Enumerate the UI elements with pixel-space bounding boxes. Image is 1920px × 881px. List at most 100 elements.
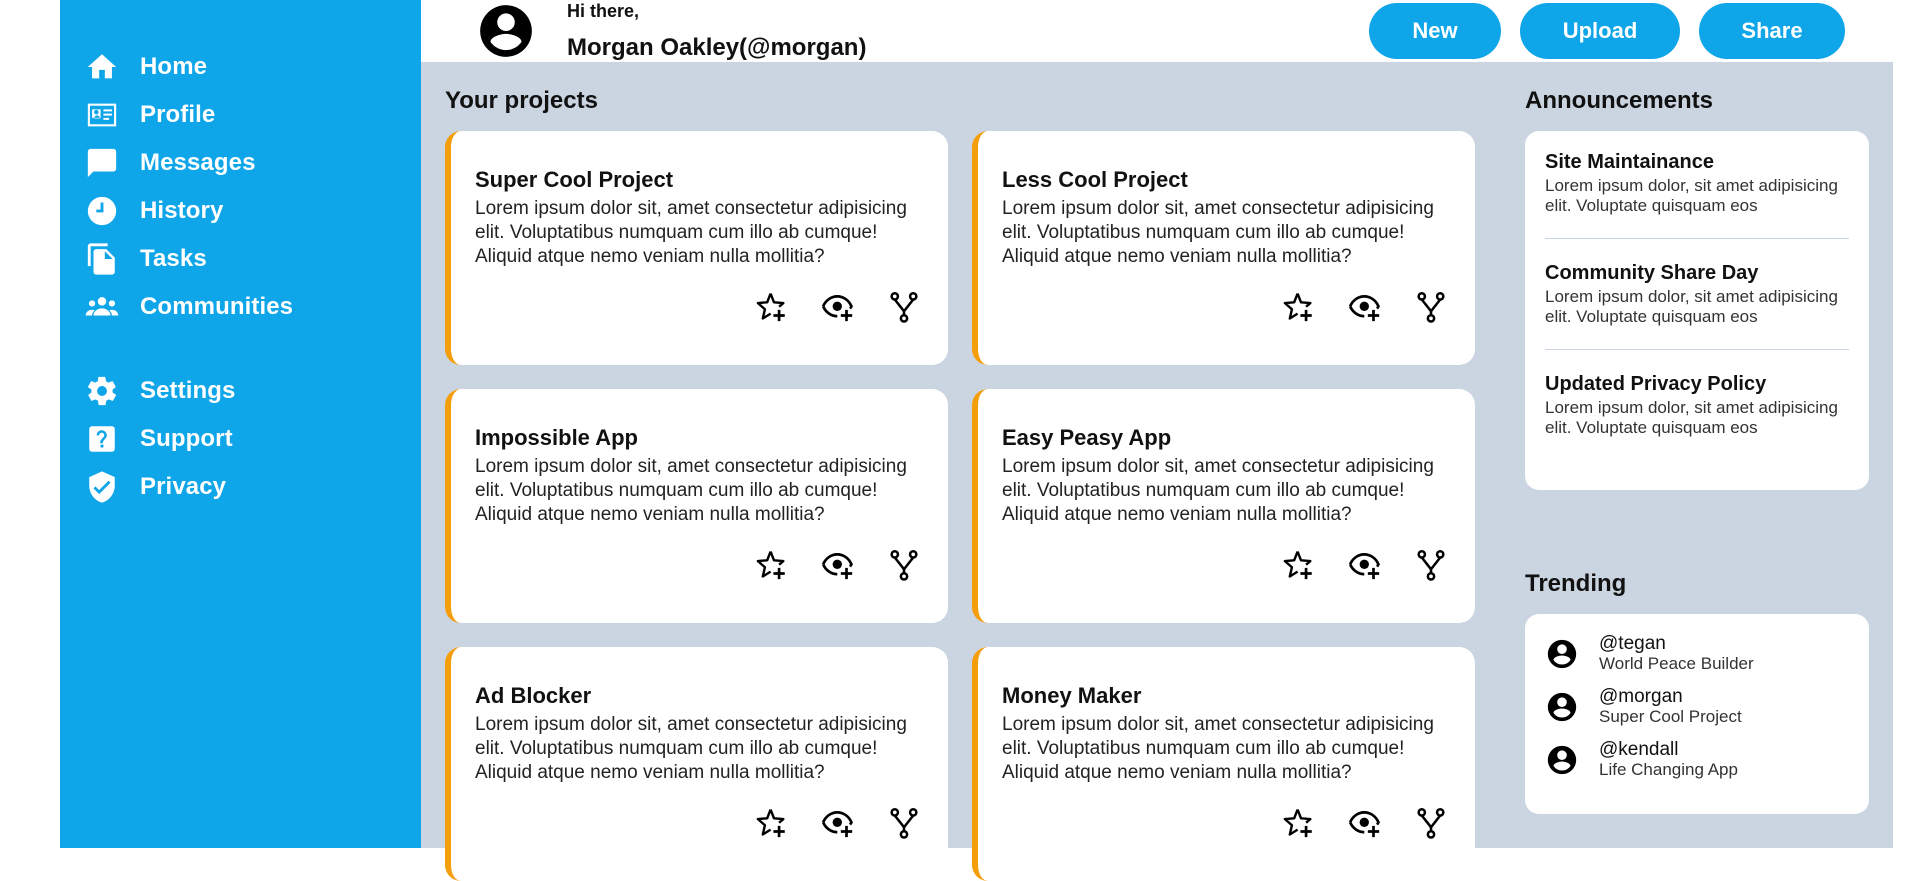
project-description: Lorem ipsum dolor sit, amet consectetur … — [1002, 714, 1434, 783]
project-card[interactable]: Ad Blocker Lorem ipsum dolor sit, amet co… — [445, 647, 948, 881]
user-circle-icon — [1545, 743, 1579, 777]
chat-icon — [84, 145, 120, 181]
project-actions — [1281, 547, 1449, 583]
sidebar-item-label: Messages — [140, 149, 256, 176]
upload-button[interactable]: Upload — [1520, 3, 1680, 59]
project-title: Super Cool Project — [475, 167, 674, 192]
content: Your projects Super Cool Project Lorem ip… — [421, 62, 1893, 881]
announcement-title: Site Maintainance — [1545, 151, 1714, 173]
project-description: Lorem ipsum dolor sit, amet consectetur … — [475, 198, 907, 267]
star-add-icon[interactable] — [1281, 289, 1317, 325]
project-actions — [754, 289, 922, 325]
watch-add-icon[interactable] — [1347, 805, 1383, 841]
project-description: Lorem ipsum dolor sit, amet consectetur … — [1002, 198, 1434, 267]
trending-handle: @morgan — [1599, 686, 1683, 707]
watch-add-icon[interactable] — [820, 289, 856, 325]
star-add-icon[interactable] — [1281, 805, 1317, 841]
project-card[interactable]: Money Maker Lorem ipsum dolor sit, amet c… — [972, 647, 1475, 881]
sidebar-item-label: Profile — [140, 101, 216, 128]
id-card-icon — [84, 97, 120, 133]
announcement-title: Community Share Day — [1545, 262, 1759, 284]
project-actions — [1281, 805, 1449, 841]
project-title: Less Cool Project — [1002, 167, 1188, 192]
sidebar-item-tasks[interactable]: Tasks — [60, 235, 421, 283]
project-description: Lorem ipsum dolor sit, amet consectetur … — [475, 456, 907, 525]
watch-add-icon[interactable] — [1347, 289, 1383, 325]
project-card[interactable]: Easy Peasy App Lorem ipsum dolor sit, ame… — [972, 389, 1475, 623]
sidebar-item-label: Home — [140, 53, 208, 80]
star-add-icon[interactable] — [1281, 547, 1317, 583]
project-title: Ad Blocker — [475, 683, 592, 708]
trending-item[interactable]: @tegan World Peace Builder — [1545, 634, 1849, 674]
announcement-item[interactable]: Site Maintainance Lorem ipsum dolor, sit… — [1545, 151, 1849, 239]
greeting: Hi there, Morgan Oakley(@morgan) — [567, 1, 866, 62]
star-add-icon[interactable] — [754, 805, 790, 841]
project-card[interactable]: Less Cool Project Lorem ipsum dolor sit, … — [972, 131, 1475, 365]
fork-icon[interactable] — [886, 805, 922, 841]
shield-icon — [84, 469, 120, 505]
share-button[interactable]: Share — [1699, 3, 1845, 59]
sidebar-item-privacy[interactable]: Privacy — [60, 463, 421, 511]
star-add-icon[interactable] — [754, 289, 790, 325]
project-actions — [754, 805, 922, 841]
fork-icon[interactable] — [1413, 805, 1449, 841]
documents-icon — [84, 241, 120, 277]
sidebar-item-label: Communities — [140, 293, 294, 320]
sidebar-item-support[interactable]: Support — [60, 415, 421, 463]
avatar[interactable] — [475, 0, 537, 62]
sidebar-divider — [60, 331, 421, 367]
announcement-item[interactable]: Updated Privacy Policy Lorem ipsum dolor… — [1545, 373, 1849, 460]
project-title: Easy Peasy App — [1002, 425, 1172, 450]
announcement-desc: Lorem ipsum dolor, sit amet adipisicing … — [1545, 287, 1838, 326]
watch-add-icon[interactable] — [1347, 547, 1383, 583]
sidebar-item-label: Privacy — [140, 473, 227, 500]
new-button[interactable]: New — [1369, 3, 1501, 59]
projects-section: Your projects Super Cool Project Lorem ip… — [445, 87, 1498, 881]
star-add-icon[interactable] — [754, 547, 790, 583]
help-icon — [84, 421, 120, 457]
sidebar-item-label: Tasks — [140, 245, 207, 272]
announcement-desc: Lorem ipsum dolor, sit amet adipisicing … — [1545, 398, 1838, 437]
project-title: Impossible App — [475, 425, 638, 450]
section-title: Announcements — [1525, 87, 1714, 114]
gear-icon — [84, 373, 120, 409]
sidebar-item-messages[interactable]: Messages — [60, 139, 421, 187]
project-description: Lorem ipsum dolor sit, amet consectetur … — [1002, 456, 1434, 525]
project-card[interactable]: Impossible App Lorem ipsum dolor sit, ame… — [445, 389, 948, 623]
announcement-title: Updated Privacy Policy — [1545, 373, 1767, 395]
fork-icon[interactable] — [1413, 547, 1449, 583]
sidebar-item-label: Support — [140, 425, 233, 452]
sidebar-item-label: History — [140, 197, 224, 224]
watch-add-icon[interactable] — [820, 547, 856, 583]
app: Home Profile Messages History Tasks Comm… — [60, 0, 1893, 881]
project-description: Lorem ipsum dolor sit, amet consectetur … — [475, 714, 907, 783]
sidebar-item-history[interactable]: History — [60, 187, 421, 235]
sidebar-item-profile[interactable]: Profile — [60, 91, 421, 139]
project-actions — [1281, 289, 1449, 325]
project-card[interactable]: Super Cool Project Lorem ipsum dolor sit,… — [445, 131, 948, 365]
trending-item[interactable]: @kendall Life Changing App — [1545, 740, 1849, 780]
sidebar-item-communities[interactable]: Communities — [60, 283, 421, 331]
user-circle-icon — [1545, 637, 1579, 671]
section-title: Your projects — [445, 87, 598, 114]
clock-icon — [84, 193, 120, 229]
header-actions: New Upload Share — [1369, 3, 1845, 59]
sidebar-item-settings[interactable]: Settings — [60, 367, 421, 415]
fork-icon[interactable] — [886, 289, 922, 325]
announcement-item[interactable]: Community Share Day Lorem ipsum dolor, s… — [1545, 262, 1849, 350]
trending-handle: @kendall — [1599, 739, 1679, 760]
watch-add-icon[interactable] — [820, 805, 856, 841]
announcement-desc: Lorem ipsum dolor, sit amet adipisicing … — [1545, 176, 1838, 215]
trending-subtitle: Life Changing App — [1599, 760, 1738, 779]
fork-icon[interactable] — [1413, 289, 1449, 325]
user-circle-icon — [480, 5, 532, 57]
announcements-box: Site Maintainance Lorem ipsum dolor, sit… — [1525, 131, 1869, 490]
project-title: Money Maker — [1002, 683, 1142, 708]
group-icon — [84, 289, 120, 325]
projects-grid: Super Cool Project Lorem ipsum dolor sit,… — [445, 131, 1498, 881]
sidebar-item-home[interactable]: Home — [60, 43, 421, 91]
trending-item[interactable]: @morgan Super Cool Project — [1545, 687, 1849, 727]
fork-icon[interactable] — [886, 547, 922, 583]
trending-handle: @tegan — [1599, 633, 1666, 654]
trending-box: @tegan World Peace Builder @morgan Super… — [1525, 614, 1869, 814]
